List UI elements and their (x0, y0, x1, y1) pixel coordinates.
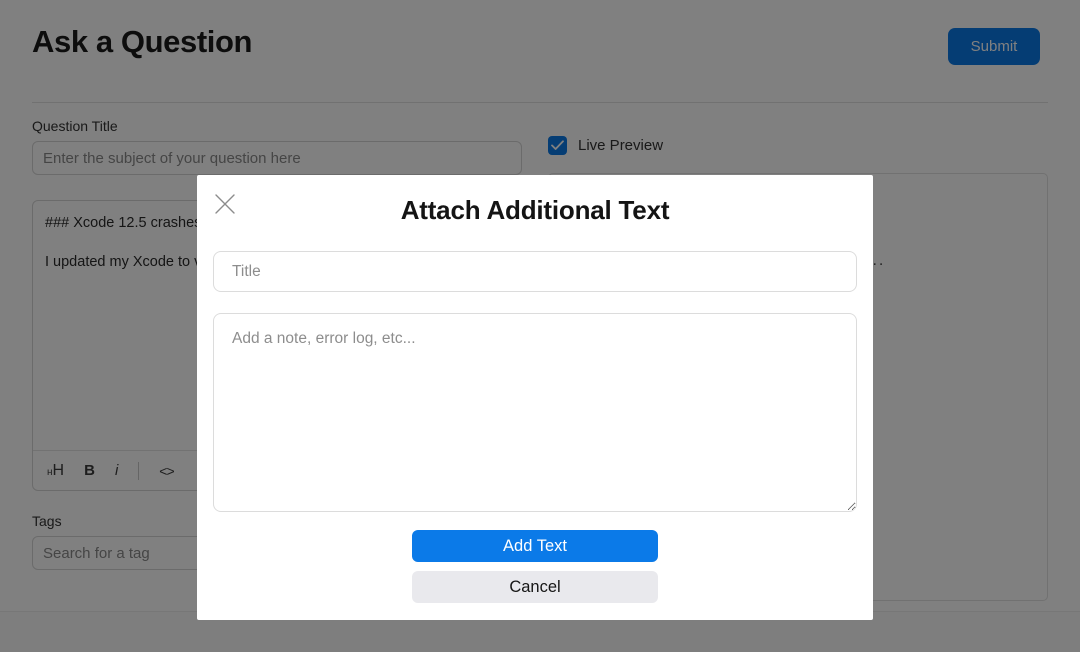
attachment-title-input[interactable] (213, 251, 857, 292)
cancel-button[interactable]: Cancel (412, 571, 658, 603)
attachment-note-textarea[interactable] (213, 313, 857, 512)
add-text-button[interactable]: Add Text (412, 530, 658, 562)
attach-text-modal: Attach Additional Text Add Text Cancel (197, 175, 873, 620)
modal-title: Attach Additional Text (400, 195, 670, 225)
